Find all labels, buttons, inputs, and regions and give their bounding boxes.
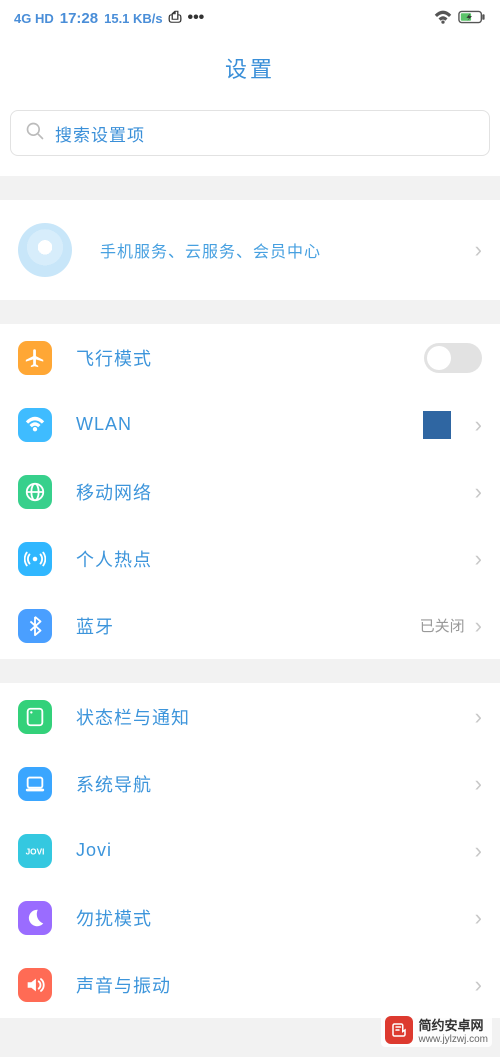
chevron-right-icon: ›	[475, 237, 482, 263]
svg-text:JOVI: JOVI	[26, 847, 45, 856]
wifi-icon	[434, 10, 452, 27]
row-label: WLAN	[76, 414, 423, 435]
battery-icon	[458, 10, 486, 27]
account-label: 手机服务、云服务、会员中心	[100, 238, 475, 262]
group-connectivity: 飞行模式 WLAN › 移动网络 › 个人热点 › 蓝牙 已关闭 ›	[0, 324, 500, 659]
airplane-icon	[18, 341, 52, 375]
usb-icon: ⎙	[169, 9, 182, 27]
jovi-icon: JOVI	[18, 834, 52, 868]
chevron-right-icon: ›	[475, 972, 482, 998]
chevron-right-icon: ›	[475, 905, 482, 931]
moon-icon	[18, 901, 52, 935]
airplane-toggle[interactable]	[424, 343, 482, 373]
watermark-url: www.jylzwj.com	[419, 1034, 488, 1045]
chevron-right-icon: ›	[475, 546, 482, 572]
row-label: 蓝牙	[76, 613, 420, 639]
row-wlan[interactable]: WLAN ›	[0, 391, 500, 458]
row-dnd[interactable]: 勿扰模式 ›	[0, 884, 500, 951]
status-network: 4G HD	[14, 11, 54, 26]
more-icon: •••	[187, 9, 204, 27]
watermark-logo-icon	[385, 1016, 413, 1044]
row-label: 个人热点	[76, 546, 475, 572]
row-sound[interactable]: 声音与振动 ›	[0, 951, 500, 1018]
row-label: 勿扰模式	[76, 905, 475, 931]
chevron-right-icon: ›	[475, 479, 482, 505]
row-hotspot[interactable]: 个人热点 ›	[0, 525, 500, 592]
avatar	[18, 223, 72, 277]
row-label: 移动网络	[76, 479, 475, 505]
status-bar: 4G HD 17:28 15.1 KB/s ⎙ •••	[0, 0, 500, 36]
row-bluetooth[interactable]: 蓝牙 已关闭 ›	[0, 592, 500, 659]
wlan-value-redacted	[423, 411, 451, 439]
account-row[interactable]: 手机服务、云服务、会员中心 ›	[0, 200, 500, 300]
chevron-right-icon: ›	[475, 613, 482, 639]
row-statusbar-notify[interactable]: 状态栏与通知 ›	[0, 683, 500, 750]
chevron-right-icon: ›	[475, 771, 482, 797]
watermark-title: 简约安卓网	[419, 1015, 488, 1034]
group-system: 状态栏与通知 › 系统导航 › JOVI Jovi › 勿扰模式 › 声音与振动…	[0, 683, 500, 1018]
nav-icon	[18, 767, 52, 801]
row-mobilenet[interactable]: 移动网络 ›	[0, 458, 500, 525]
row-label: 状态栏与通知	[76, 704, 475, 730]
chevron-right-icon: ›	[475, 838, 482, 864]
status-speed: 15.1 KB/s	[104, 11, 163, 26]
row-label: 声音与振动	[76, 972, 475, 998]
title-bar: 设置	[0, 36, 500, 100]
row-sysnav[interactable]: 系统导航 ›	[0, 750, 500, 817]
row-jovi[interactable]: JOVI Jovi ›	[0, 817, 500, 884]
search-placeholder: 搜索设置项	[55, 121, 145, 146]
page-title: 设置	[225, 52, 275, 84]
row-label: 系统导航	[76, 771, 475, 797]
watermark: 简约安卓网 www.jylzwj.com	[381, 1013, 492, 1047]
status-icon	[18, 700, 52, 734]
search-input[interactable]: 搜索设置项	[10, 110, 490, 156]
search-icon	[25, 121, 45, 146]
bluetooth-icon	[18, 609, 52, 643]
chevron-right-icon: ›	[475, 412, 482, 438]
row-airplane[interactable]: 飞行模式	[0, 324, 500, 391]
row-label: 飞行模式	[76, 345, 424, 371]
globe-icon	[18, 475, 52, 509]
status-time: 17:28	[60, 10, 98, 27]
wlan-icon	[18, 408, 52, 442]
status-right	[434, 10, 486, 27]
search-container: 搜索设置项	[0, 100, 500, 176]
watermark-text: 简约安卓网 www.jylzwj.com	[419, 1015, 488, 1045]
chevron-right-icon: ›	[475, 704, 482, 730]
status-left: 4G HD 17:28 15.1 KB/s ⎙ •••	[14, 9, 204, 27]
row-value: 已关闭	[420, 615, 465, 636]
hotspot-icon	[18, 542, 52, 576]
sound-icon	[18, 968, 52, 1002]
row-label: Jovi	[76, 840, 475, 861]
